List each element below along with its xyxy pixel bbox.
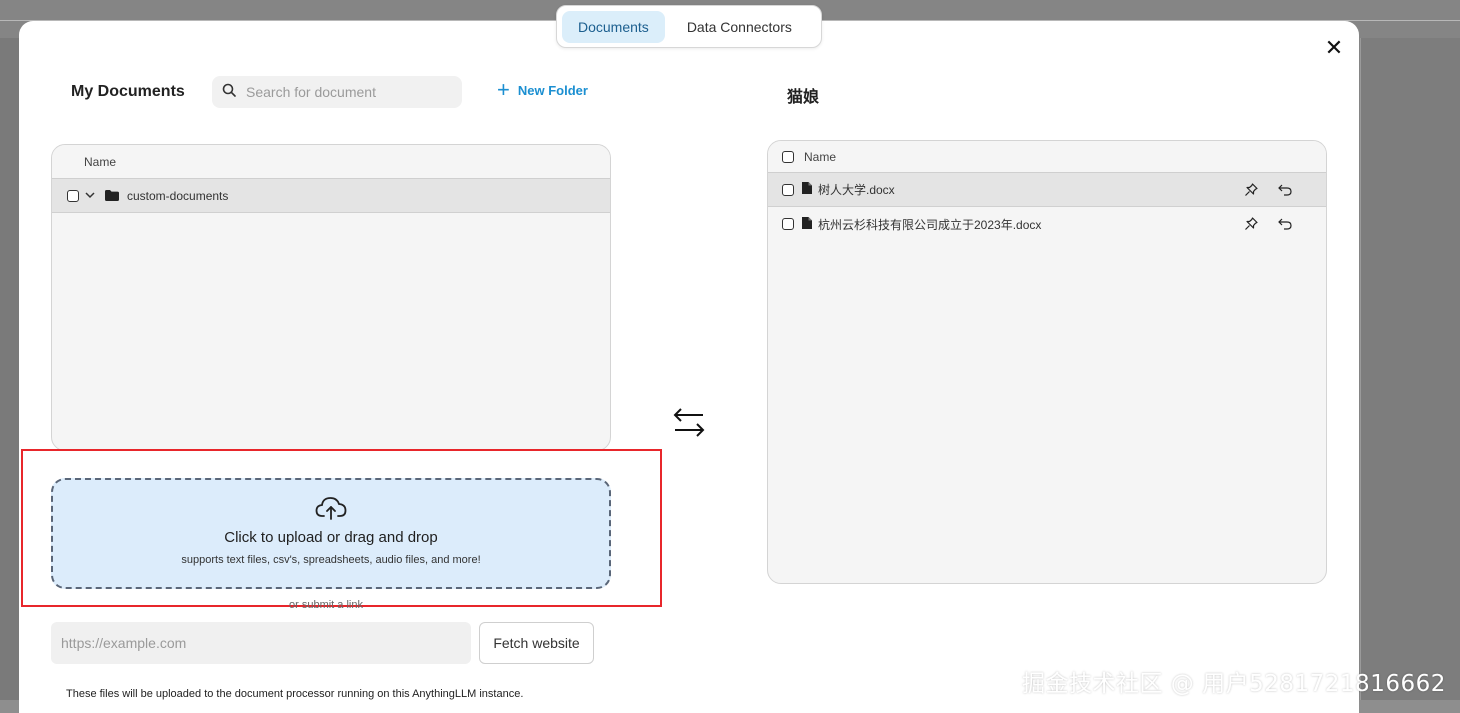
modal-tabs: Documents Data Connectors — [556, 5, 822, 48]
upload-subtitle: supports text files, csv's, spreadsheets… — [181, 554, 481, 566]
url-input[interactable] — [51, 622, 471, 664]
tab-documents[interactable]: Documents — [562, 10, 665, 43]
upload-footnote: These files will be uploaded to the docu… — [66, 688, 524, 700]
swap-arrows-icon[interactable] — [671, 404, 707, 440]
backdrop-sidebar — [0, 38, 19, 700]
undo-icon[interactable] — [1278, 218, 1292, 230]
folder-icon — [105, 190, 119, 201]
my-documents-title: My Documents — [71, 83, 185, 100]
file-icon — [802, 182, 812, 197]
file-name: 杭州云杉科技有限公司成立于2023年.docx — [818, 217, 1042, 232]
cloud-upload-icon — [315, 496, 347, 525]
new-folder-label: New Folder — [517, 82, 588, 98]
new-folder-button[interactable]: + New Folder — [497, 77, 588, 102]
file-name: 树人大学.docx — [818, 183, 895, 197]
close-icon[interactable]: ✕ — [1324, 37, 1344, 59]
search-icon — [222, 83, 236, 102]
folder-checkbox[interactable] — [67, 189, 79, 202]
workspace-documents-list: Name 树人大学.docx 杭州云杉科技有限公司成立于2023年.docx — [767, 140, 1327, 584]
column-header-name: Name — [804, 149, 837, 164]
pin-icon[interactable] — [1244, 217, 1258, 231]
chevron-down-icon[interactable] — [85, 190, 97, 202]
list-header: Name — [768, 141, 1326, 173]
upload-dropzone[interactable]: Click to upload or drag and drop support… — [51, 478, 611, 589]
backdrop-right-panel — [1360, 38, 1460, 713]
pin-icon[interactable] — [1244, 182, 1258, 197]
my-documents-list: Name custom-documents — [51, 144, 611, 451]
workspace-title: 猫娘 — [787, 89, 820, 106]
plus-icon: + — [497, 77, 510, 102]
submit-link-label: or submit a link — [289, 599, 363, 611]
folder-row[interactable]: custom-documents — [52, 179, 610, 213]
tab-data-connectors[interactable]: Data Connectors — [671, 11, 808, 43]
upload-title: Click to upload or drag and drop — [224, 529, 438, 546]
document-manager-modal: ✕ My Documents + New Folder 猫娘 Name cust… — [19, 21, 1359, 713]
document-search — [212, 76, 462, 108]
file-icon — [802, 216, 812, 232]
file-row[interactable]: 树人大学.docx — [768, 173, 1326, 207]
file-row[interactable]: 杭州云杉科技有限公司成立于2023年.docx — [768, 207, 1326, 241]
undo-icon[interactable] — [1278, 184, 1292, 196]
list-header: Name — [52, 145, 610, 179]
select-all-checkbox[interactable] — [782, 150, 794, 163]
column-header-name: Name — [84, 154, 117, 169]
search-input[interactable] — [246, 84, 446, 100]
file-checkbox[interactable] — [782, 183, 794, 196]
file-checkbox[interactable] — [782, 218, 794, 230]
fetch-website-button[interactable]: Fetch website — [479, 622, 594, 664]
folder-name: custom-documents — [127, 188, 229, 203]
